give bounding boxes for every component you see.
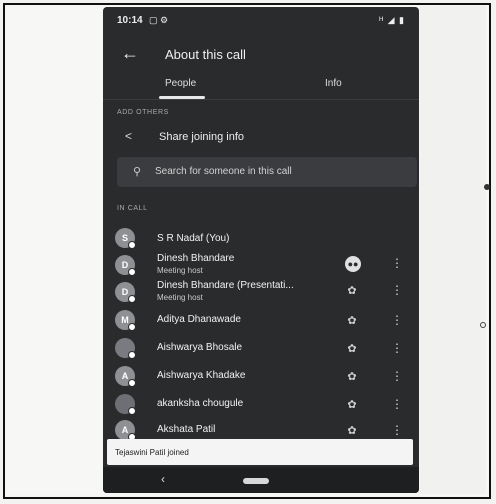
more-options-icon[interactable]: ⋮ bbox=[391, 313, 403, 327]
participant-name: Aishwarya Khadake bbox=[157, 370, 246, 381]
system-nav-bar: ‹ bbox=[103, 467, 419, 493]
participant-name: Aditya Dhanawade bbox=[157, 314, 241, 325]
presence-dot bbox=[128, 407, 136, 415]
participant-row[interactable]: M Aditya Dhanawade ✿ ⋮ bbox=[103, 307, 419, 333]
avatar: D bbox=[115, 255, 136, 276]
paper-background-right bbox=[420, 6, 486, 494]
participant-name: akanksha chougule bbox=[157, 398, 244, 409]
nav-home-pill[interactable] bbox=[243, 478, 269, 484]
participant-name: S R Nadaf (You) bbox=[157, 233, 230, 244]
participant-row[interactable]: Aishwarya Bhosale ✿ ⋮ bbox=[103, 335, 419, 361]
participant-name: Aishwarya Bhosale bbox=[157, 342, 243, 353]
search-input[interactable]: ⚲ Search for someone in this call bbox=[117, 157, 417, 187]
participant-role: Meeting host bbox=[157, 266, 203, 275]
mic-muted-icon[interactable]: ✿ bbox=[345, 370, 359, 383]
tab-bar: People Info bbox=[103, 71, 419, 100]
paper-mark bbox=[480, 322, 486, 328]
tab-info[interactable]: Info bbox=[325, 78, 342, 89]
avatar-initial: D bbox=[121, 287, 129, 297]
participant-name: Akshata Patil bbox=[157, 424, 216, 435]
presence-dot bbox=[128, 268, 136, 276]
avatar: M bbox=[115, 310, 136, 331]
mic-muted-icon[interactable]: ✿ bbox=[345, 398, 359, 411]
mic-active-icon[interactable]: ●● bbox=[345, 256, 361, 272]
search-icon: ⚲ bbox=[133, 166, 142, 178]
avatar: A bbox=[115, 366, 136, 387]
mic-muted-icon[interactable]: ✿ bbox=[345, 342, 359, 355]
presence-dot bbox=[128, 379, 136, 387]
snackbar: Tejaswini Patil joined bbox=[107, 439, 413, 465]
tab-indicator bbox=[159, 96, 205, 99]
participant-row[interactable]: D Dinesh Bhandare Meeting host ●● ⋮ bbox=[103, 251, 419, 277]
more-options-icon[interactable]: ⋮ bbox=[391, 423, 403, 437]
tab-people[interactable]: People bbox=[165, 78, 196, 89]
status-time: 10:14 bbox=[117, 15, 143, 26]
section-label-in-call: IN CALL bbox=[117, 205, 148, 212]
avatar-initial: A bbox=[121, 371, 129, 381]
page-title: About this call bbox=[165, 47, 246, 62]
presence-dot bbox=[128, 351, 136, 359]
participant-row[interactable]: D Dinesh Bhandare (Presentati... Meeting… bbox=[103, 278, 419, 304]
avatar-initial: M bbox=[121, 315, 129, 325]
avatar: S bbox=[115, 228, 136, 249]
avatar: A bbox=[115, 420, 136, 441]
share-joining-info-label: Share joining info bbox=[159, 131, 245, 143]
avatar-initial: A bbox=[121, 425, 129, 435]
more-options-icon[interactable]: ⋮ bbox=[391, 283, 403, 297]
participant-row[interactable]: S S R Nadaf (You) bbox=[103, 225, 419, 251]
mic-muted-icon[interactable]: ✿ bbox=[345, 424, 359, 437]
avatar: D bbox=[115, 282, 136, 303]
avatar-initial: S bbox=[121, 233, 128, 243]
presence-dot bbox=[128, 323, 136, 331]
more-options-icon[interactable]: ⋮ bbox=[391, 369, 403, 383]
participant-role: Meeting host bbox=[157, 293, 203, 302]
avatar bbox=[115, 394, 136, 415]
participant-row[interactable]: akanksha chougule ✿ ⋮ bbox=[103, 391, 419, 417]
presence-dot bbox=[128, 295, 136, 303]
nav-back-icon[interactable]: ‹ bbox=[161, 472, 165, 486]
participant-row[interactable]: A Aishwarya Khadake ✿ ⋮ bbox=[103, 363, 419, 389]
mic-muted-icon[interactable]: ✿ bbox=[345, 284, 359, 297]
share-joining-info-button[interactable]: < Share joining info bbox=[103, 125, 419, 151]
search-placeholder: Search for someone in this call bbox=[155, 166, 292, 177]
participant-name: Dinesh Bhandare bbox=[157, 253, 235, 264]
avatar-initial: D bbox=[121, 260, 129, 270]
app-bar: ← About this call bbox=[103, 39, 419, 69]
participant-name: Dinesh Bhandare (Presentati... bbox=[157, 280, 294, 291]
mic-muted-icon[interactable]: ✿ bbox=[345, 314, 359, 327]
share-icon: < bbox=[125, 129, 133, 143]
more-options-icon[interactable]: ⋮ bbox=[391, 341, 403, 355]
more-options-icon[interactable]: ⋮ bbox=[391, 397, 403, 411]
avatar bbox=[115, 338, 136, 359]
status-bar: 10:14 ▢ ⚙ ᴴ ◢ ▮ bbox=[103, 7, 419, 33]
system-icons: ᴴ ◢ ▮ bbox=[379, 15, 405, 25]
notification-icons: ▢ ⚙ bbox=[149, 15, 169, 25]
arrow-back-icon[interactable]: ← bbox=[121, 43, 139, 64]
paper-background-left bbox=[6, 6, 102, 494]
paper-mark bbox=[484, 184, 490, 190]
presence-dot bbox=[128, 241, 136, 249]
snackbar-message: Tejaswini Patil joined bbox=[115, 448, 189, 457]
phone-screen: 10:14 ▢ ⚙ ᴴ ◢ ▮ ← About this call People… bbox=[103, 7, 419, 493]
more-options-icon[interactable]: ⋮ bbox=[391, 256, 403, 270]
section-label-add-others: ADD OTHERS bbox=[117, 109, 169, 116]
